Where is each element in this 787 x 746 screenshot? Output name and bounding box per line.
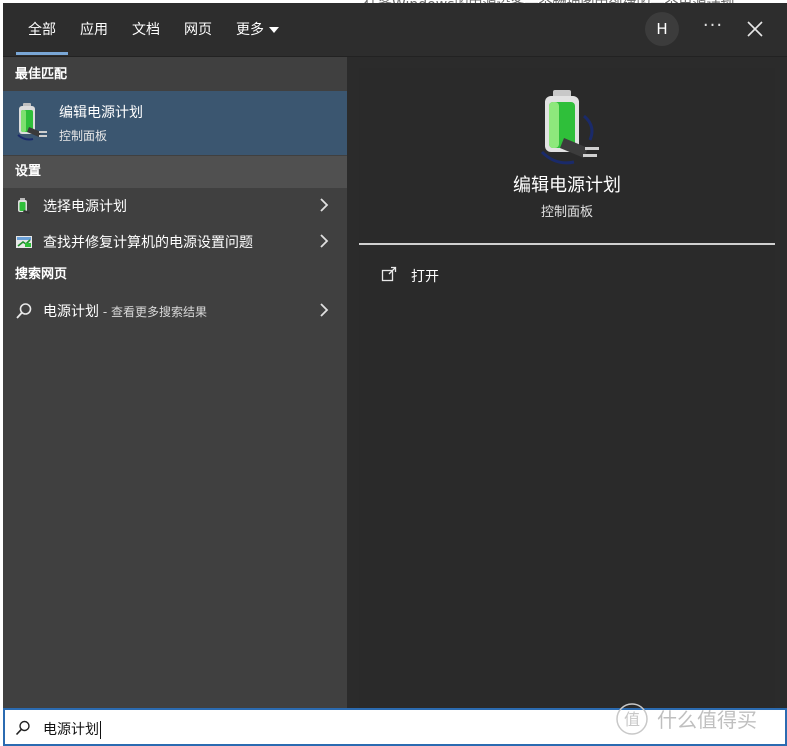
watermark-text: 什么值得买 [657,708,757,732]
tab-all[interactable]: 全部 [28,19,56,39]
close-button[interactable] [743,17,767,41]
search-input-text: 电源计划 [43,719,101,739]
battery-icon [18,198,30,214]
more-options-button[interactable]: ··· [700,17,726,39]
chevron-right-icon [320,198,329,212]
search-panel: 全部 应用 文档 网页 更多 H ··· 最佳匹配 编辑电源计划 控制面板 设置… [3,3,787,708]
battery-plug-icon [15,101,49,143]
setting-choose-power-plan-label: 选择电源计划 [43,199,127,215]
preview-pane: 编辑电源计划 控制面板 打开 [359,68,775,708]
best-match-subtitle: 控制面板 [59,129,108,143]
setting-troubleshoot-power[interactable]: 查找并修复计算机的电源设置问题 [3,224,347,258]
results-list: 最佳匹配 编辑电源计划 控制面板 设置 选择电源计划 查找并修复计算机的电源设置… [3,57,347,708]
search-icon [15,720,30,736]
setting-choose-power-plan[interactable]: 选择电源计划 [3,188,347,222]
search-icon [16,303,32,319]
avatar[interactable]: H [645,12,679,46]
best-match-title: 编辑电源计划 [59,105,143,121]
close-icon [747,21,763,37]
open-icon [381,266,397,282]
settings-header: 设置 [3,156,347,188]
tab-web[interactable]: 网页 [184,19,212,39]
web-search-query: 电源计划 [43,304,99,320]
troubleshoot-icon [16,236,32,248]
open-action[interactable]: 打开 [381,264,531,288]
tab-more[interactable]: 更多 [236,19,279,39]
web-search-item[interactable]: 电源计划 - 查看更多搜索结果 [3,293,347,327]
preview-subtitle: 控制面板 [540,205,593,220]
preview-title: 编辑电源计划 [513,175,621,196]
web-search-label: 电源计划 - 查看更多搜索结果 [43,301,207,321]
setting-troubleshoot-power-label: 查找并修复计算机的电源设置问题 [43,235,253,251]
chevron-right-icon [320,303,329,317]
battery-plug-icon [534,86,604,170]
chevron-right-icon [320,234,329,248]
watermark-logo-icon: 值 [616,703,648,735]
tab-bar: 全部 应用 文档 网页 更多 H ··· [3,3,787,57]
search-query: 电源计划 [43,722,99,738]
open-action-label: 打开 [411,269,439,285]
preview-divider [359,243,775,245]
web-search-header: 搜索网页 [15,267,68,282]
tab-active-indicator [16,52,68,55]
best-match-item[interactable]: 编辑电源计划 控制面板 [3,91,347,155]
best-match-header: 最佳匹配 [15,67,68,82]
chevron-down-icon [269,27,279,33]
tab-documents[interactable]: 文档 [132,19,160,39]
text-cursor [100,721,101,739]
tab-apps[interactable]: 应用 [80,19,108,39]
svg-text:值: 值 [624,710,640,729]
web-search-suffix: - 查看更多搜索结果 [99,305,207,319]
tab-more-label: 更多 [236,22,264,38]
watermark: 值 什么值得买 [615,702,775,735]
search-input[interactable]: 电源计划 值 什么值得买 [3,703,787,746]
